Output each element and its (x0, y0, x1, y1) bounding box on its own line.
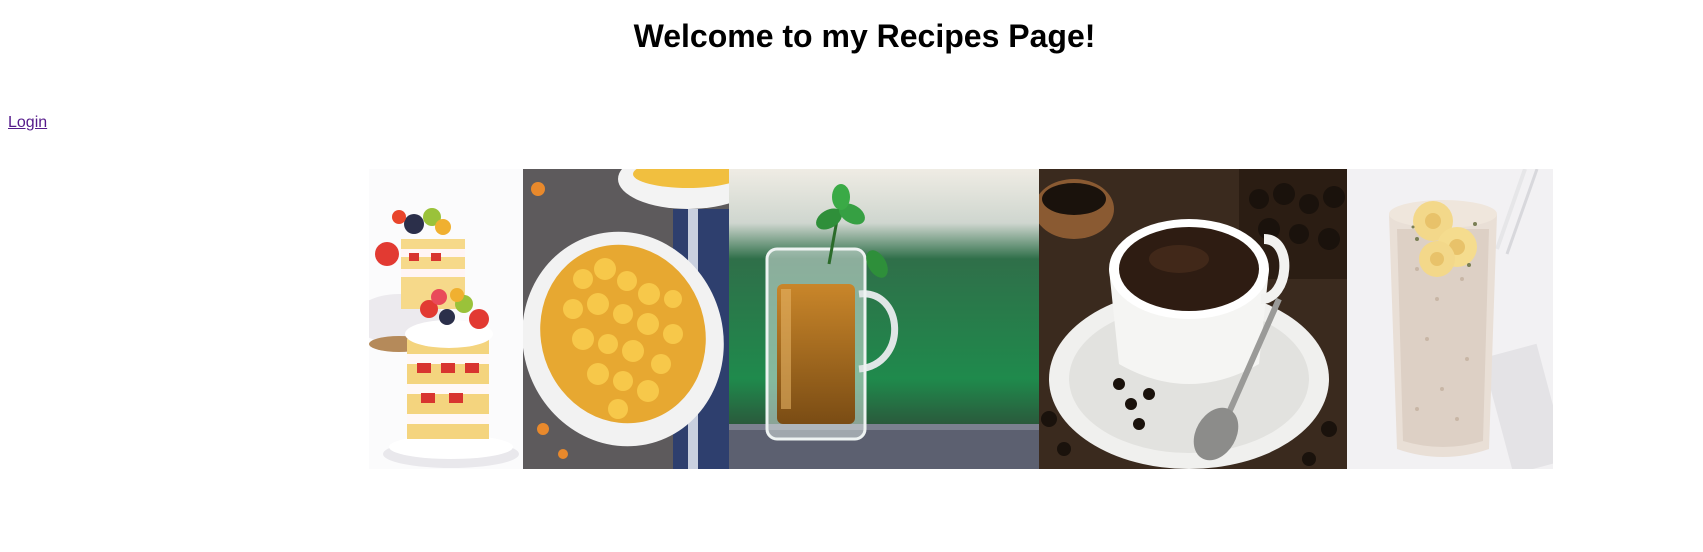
page: Welcome to my Recipes Page! Login (0, 0, 1703, 552)
cake-image[interactable] (369, 169, 523, 469)
smoothie-image[interactable] (1347, 169, 1553, 469)
recipe-gallery (369, 169, 1553, 469)
page-title: Welcome to my Recipes Page! (633, 18, 1096, 54)
mac-and-cheese-image[interactable] (523, 169, 729, 469)
login-link[interactable]: Login (8, 113, 47, 133)
tea-image[interactable] (729, 169, 1039, 469)
coffee-image[interactable] (1039, 169, 1347, 469)
